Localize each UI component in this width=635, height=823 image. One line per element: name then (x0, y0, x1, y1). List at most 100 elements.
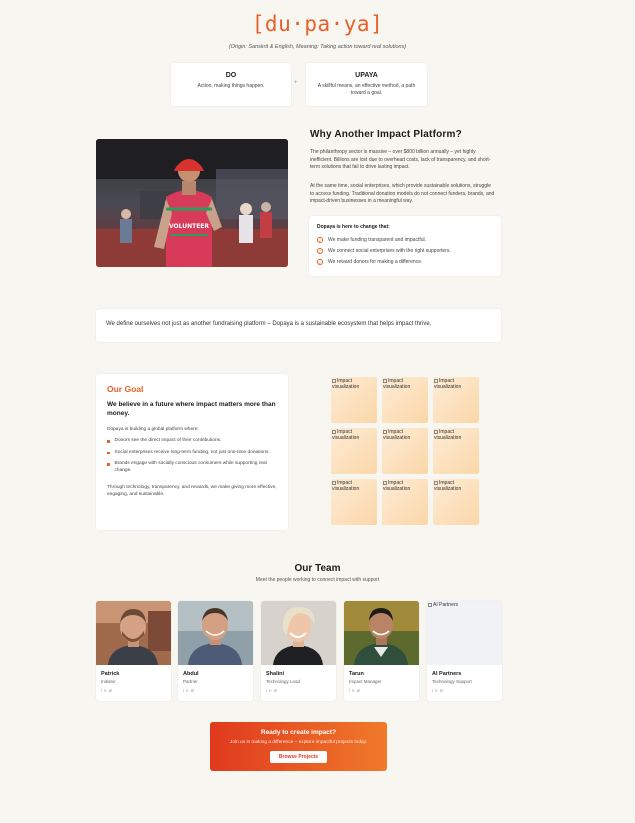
impact-image: Impact visualization (433, 377, 479, 423)
impact-image: Impact visualization (433, 479, 479, 525)
list-item: Social enterprises receive long-term fun… (107, 450, 277, 457)
list-item-text: We make funding transparent and impactfu… (328, 236, 427, 243)
why-paragraph-2: At the same time, social enterprises, wh… (310, 183, 495, 204)
member-role: Technology Lead (266, 679, 301, 684)
broken-image-icon (383, 378, 387, 383)
definition-title: UPAYA (355, 72, 378, 79)
browse-projects-button[interactable]: Browse Projects (269, 751, 328, 763)
linkedin-icon[interactable]: in (349, 688, 357, 693)
goal-card: Our Goal We believe in a future where im… (96, 374, 288, 530)
origin-caption: (Origin: Sanskrit & English, Meaning: Ta… (228, 44, 407, 50)
cta-subtitle: Join us in making a difference – explore… (229, 740, 368, 745)
broken-image-icon (332, 378, 336, 383)
image-alt-text: Impact visualization (332, 378, 360, 390)
member-social: in⊘ (266, 688, 336, 694)
list-item: ✓ We make funding transparent and impact… (317, 236, 493, 243)
definition-card-do: DO Action, making things happen. (171, 63, 291, 106)
image-alt-text: Impact visualization (434, 429, 462, 441)
member-name: Abdul (183, 671, 199, 677)
image-alt-text: Impact visualization (434, 480, 462, 492)
broken-image-icon (332, 429, 336, 434)
member-social: in⊘ (432, 688, 502, 694)
goal-intro: Dopaya is building a global platform whe… (107, 427, 199, 432)
avatar (178, 601, 253, 665)
image-alt-text: Impact visualization (332, 480, 360, 492)
impact-image: Impact visualization (433, 428, 479, 474)
broken-image-icon (434, 378, 438, 383)
list-item: ✓ We reward donors for making a differen… (317, 258, 493, 265)
member-role: Partner (183, 679, 198, 684)
link-icon[interactable]: ⊘ (191, 688, 197, 693)
member-role: Impact Manager (349, 679, 382, 684)
image-alt-text: Impact visualization (383, 480, 411, 492)
linkedin-icon[interactable]: in (266, 688, 274, 693)
linkedin-icon[interactable]: in (432, 688, 440, 693)
check-circle-icon: ✓ (317, 236, 323, 243)
image-alt-text: Impact visualization (383, 378, 411, 390)
linkedin-icon[interactable]: in (183, 688, 191, 693)
check-circle-icon: ✓ (317, 247, 323, 254)
list-item: Brands engage with socially conscious co… (107, 461, 277, 474)
image-alt-text: Impact visualization (434, 378, 462, 390)
member-name: Shalini (266, 671, 285, 677)
ecosystem-banner: We define ourselves not just as another … (96, 309, 501, 342)
link-icon[interactable]: ⊘ (274, 688, 280, 693)
goal-title: Our Goal (107, 384, 144, 394)
team-title: Our Team (294, 563, 341, 574)
impact-image: Impact visualization (331, 479, 377, 525)
why-paragraph-1: The philanthropy sector is massive – ove… (310, 149, 491, 170)
bullet-icon (107, 451, 110, 454)
broken-image-icon (332, 480, 336, 485)
goal-outro: Through technology, transparency, and re… (107, 485, 277, 497)
member-role: Technology Support (432, 679, 472, 684)
bullet-icon (107, 440, 110, 443)
link-icon[interactable]: ⊘ (357, 688, 363, 693)
member-name: Patrick (101, 671, 120, 677)
change-box-title: Dopaya is here to change that: (317, 224, 390, 230)
list-item-text: We reward donors for making a difference… (328, 258, 423, 265)
member-social: in⊘ (349, 688, 419, 694)
team-card-tarun[interactable]: Tarun Impact Manager in⊘ (344, 601, 419, 701)
goal-subtitle: We believe in a future where impact matt… (107, 401, 276, 417)
volunteer-shirt-text: VOLUNTEER (169, 223, 209, 230)
broken-image-icon (434, 480, 438, 485)
broken-image-icon (383, 429, 387, 434)
broken-image-icon (428, 602, 432, 607)
linkedin-icon[interactable]: in (101, 688, 109, 693)
brand-logo: [du·pa·ya] (251, 12, 384, 36)
definition-card-upaya: UPAYA A skillful means, an effective met… (306, 63, 427, 106)
cta-title: Ready to create impact? (260, 729, 337, 736)
link-icon[interactable]: ⊘ (109, 688, 115, 693)
list-item-text: Brands engage with socially conscious co… (114, 461, 267, 473)
list-item-text: We connect social enterprises with the r… (328, 247, 451, 254)
list-item: Donors see the direct impact of their co… (107, 438, 277, 445)
impact-image: Impact visualization (331, 377, 377, 423)
avatar (96, 601, 171, 665)
definition-desc: A skillful means, an effective method, a… (317, 83, 416, 96)
impact-image: Impact visualization (331, 428, 377, 474)
member-social: in⊘ (101, 688, 171, 694)
impact-grid: Impact visualization Impact visualizatio… (331, 377, 481, 527)
avatar (344, 601, 419, 665)
team-card-ai-partners[interactable]: AI Partners AI Partners Technology Suppo… (427, 601, 502, 701)
avatar: AI Partners (427, 601, 502, 665)
why-title: Why Another Impact Platform? (310, 129, 462, 140)
impact-image: Impact visualization (382, 479, 428, 525)
bullet-icon (107, 463, 110, 466)
team-card-abdul[interactable]: Abdul Partner in⊘ (178, 601, 253, 701)
team-card-shalini[interactable]: Shalini Technology Lead in⊘ (261, 601, 336, 701)
cta-box: Ready to create impact? Join us in makin… (210, 722, 387, 771)
volunteer-photo: VOLUNTEER (96, 139, 288, 267)
list-item-text: Social enterprises receive long-term fun… (114, 449, 270, 455)
list-item: ✓ We connect social enterprises with the… (317, 247, 493, 254)
plus-sign: + (294, 80, 298, 86)
team-subtitle: Meet the people working to connect impac… (255, 577, 380, 583)
broken-image-icon (434, 429, 438, 434)
link-icon[interactable]: ⊘ (440, 688, 446, 693)
list-item-text: Donors see the direct impact of their co… (114, 438, 222, 443)
team-card-patrick[interactable]: Patrick Initiator in⊘ (96, 601, 171, 701)
check-circle-icon: ✓ (317, 258, 323, 265)
image-alt-text: Impact visualization (383, 429, 411, 441)
definition-desc: Action, making things happen. (197, 83, 265, 89)
member-role: Initiator (101, 679, 116, 684)
